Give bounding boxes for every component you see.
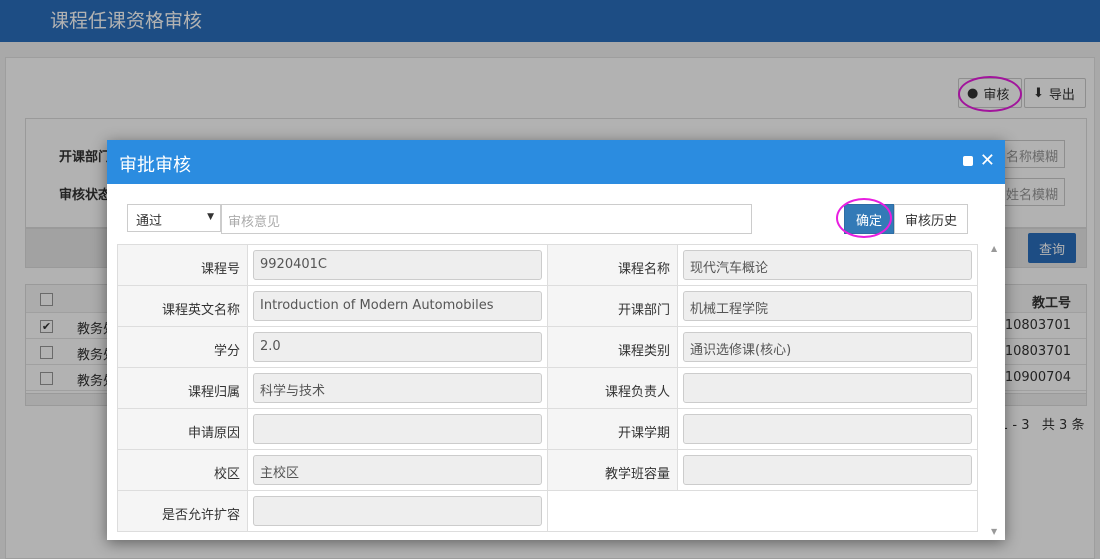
field-label: 课程名称	[548, 245, 678, 286]
reason-field	[248, 409, 548, 450]
term-field	[678, 409, 978, 450]
dialog-title: 审批审核	[119, 155, 191, 176]
maximize-icon[interactable]	[962, 156, 973, 166]
field-label: 教学班容量	[548, 450, 678, 491]
dept-field: 机械工程学院	[678, 286, 978, 327]
dialog-header: 审批审核 ✕	[107, 140, 1005, 184]
audit-result-select[interactable]: 通过 ▼	[127, 204, 221, 232]
audit-opinion-input[interactable]: 审核意见	[221, 204, 752, 234]
field-label: 开课部门	[548, 286, 678, 327]
campus-field: 主校区	[248, 450, 548, 491]
field-label: 学分	[118, 327, 248, 368]
course-name-field: 现代汽车概论	[678, 245, 978, 286]
course-en-field: Introduction of Modern Automobiles	[248, 286, 548, 327]
expand-field	[248, 491, 548, 532]
vertical-scrollbar[interactable]: ▲ ▼	[989, 244, 1001, 536]
field-label: 是否允许扩容	[118, 491, 248, 532]
field-label: 课程负责人	[548, 368, 678, 409]
field-label: 申请原因	[118, 409, 248, 450]
course-info-table: 课程号 9920401C 课程名称 现代汽车概论 课程英文名称 Introduc…	[117, 244, 978, 532]
dropdown-arrow-icon: ▼	[207, 212, 214, 222]
category-field: 通识选修课(核心)	[678, 327, 978, 368]
field-label: 课程英文名称	[118, 286, 248, 327]
field-label: 开课学期	[548, 409, 678, 450]
capacity-field	[678, 450, 978, 491]
scroll-down-icon[interactable]: ▼	[991, 527, 997, 536]
field-label: 校区	[118, 450, 248, 491]
audit-dialog: 审批审核 ✕ 通过 ▼ 审核意见 确定 审核历史 课程号 9920401C 课程…	[107, 140, 1005, 540]
course-no-field: 9920401C	[248, 245, 548, 286]
field-label: 课程号	[118, 245, 248, 286]
close-icon[interactable]: ✕	[980, 152, 995, 170]
scroll-up-icon[interactable]: ▲	[991, 244, 997, 253]
highlight-circle	[836, 198, 892, 238]
belong-field: 科学与技术	[248, 368, 548, 409]
credit-field: 2.0	[248, 327, 548, 368]
owner-field	[678, 368, 978, 409]
field-label: 课程类别	[548, 327, 678, 368]
audit-history-button[interactable]: 审核历史	[894, 204, 968, 234]
field-label: 课程归属	[118, 368, 248, 409]
